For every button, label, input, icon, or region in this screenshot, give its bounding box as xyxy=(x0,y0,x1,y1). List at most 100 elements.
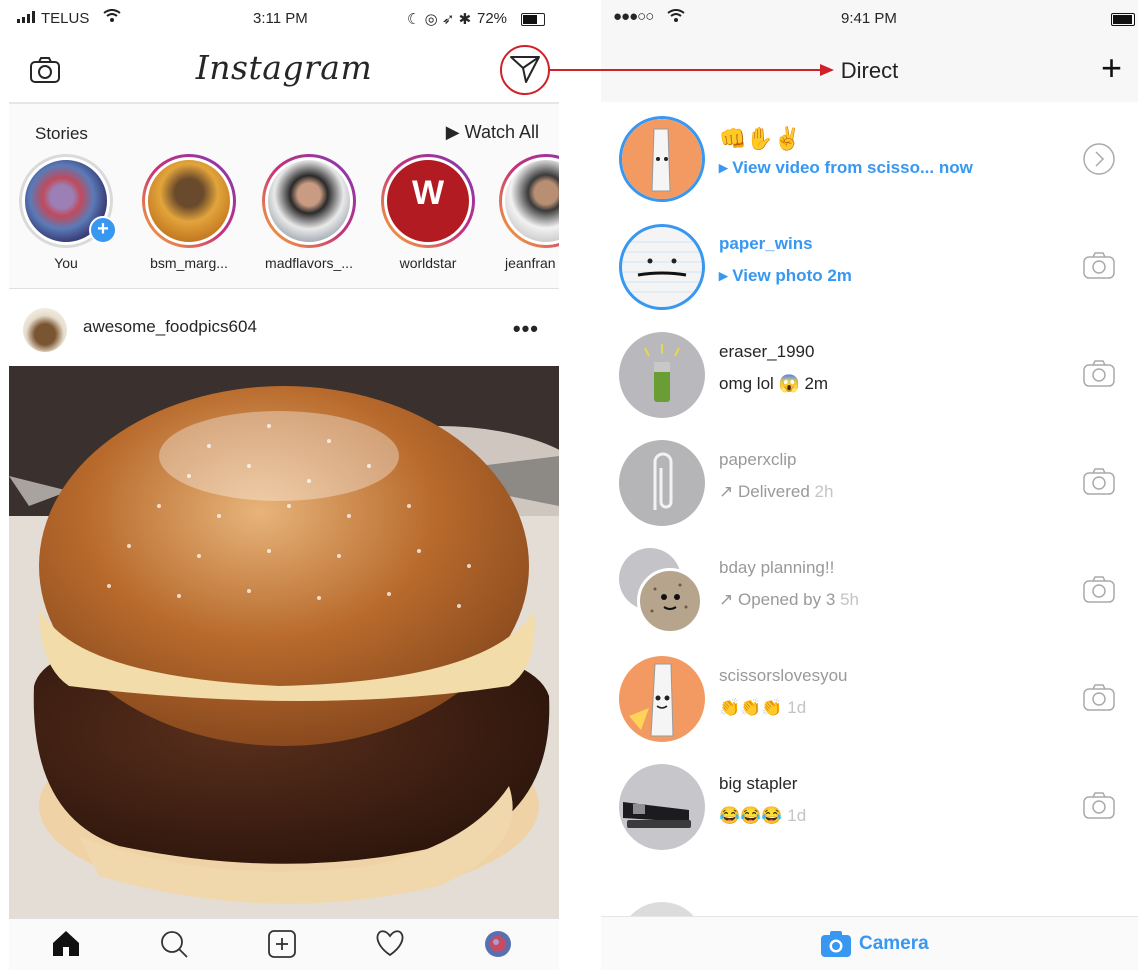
timestamp: 2h xyxy=(814,482,834,501)
wifi-icon xyxy=(103,9,121,27)
instagram-logo: Instagram xyxy=(195,48,373,87)
divider xyxy=(559,0,601,970)
search-icon[interactable] xyxy=(159,929,189,964)
story-worldstar[interactable]: W worldstar xyxy=(373,154,483,271)
story-label: bsm_marg... xyxy=(150,255,228,271)
stories-title: Stories xyxy=(35,124,88,143)
thread-row[interactable]: paperxclip ↗ Delivered 2h xyxy=(601,428,1138,536)
new-post-icon[interactable] xyxy=(267,929,297,964)
preview-text: 👏👏👏 xyxy=(719,698,783,717)
thread-title: paper_wins xyxy=(719,234,813,253)
camera-footer[interactable]: Camera xyxy=(601,916,1138,970)
timestamp: 1d xyxy=(787,806,807,825)
thread-row[interactable]: scissorslovesyou 👏👏👏 1d xyxy=(601,644,1138,752)
thread-row[interactable]: big stapler 😂😂😂 1d xyxy=(601,752,1138,860)
thread-row[interactable]: bday planning!! ↗ Opened by 3 5h xyxy=(601,536,1138,644)
status-bar: TELUS 3:11 PM ☾ ◎ ➶ ✱ 72% xyxy=(9,0,559,40)
story-jeanfran[interactable]: jeanfran xyxy=(491,154,559,271)
story-you[interactable]: + You xyxy=(11,154,121,271)
story-label: jeanfran xyxy=(505,255,556,271)
worldstar-logo-icon: W xyxy=(411,174,445,212)
thread-preview: 👏👏👏 1d xyxy=(719,698,806,718)
timestamp: 2m xyxy=(804,374,829,393)
story-label: madflavors_... xyxy=(265,255,353,271)
camera-icon[interactable] xyxy=(1082,250,1116,285)
preview-text: omg lol 😱 xyxy=(719,374,800,393)
avatar xyxy=(265,157,353,245)
group-avatar xyxy=(619,548,705,634)
status-icons: ☾ ◎ ➶ ✱ xyxy=(407,11,472,28)
avatar xyxy=(145,157,233,245)
thread-title: 👊✋✌ xyxy=(719,126,802,151)
status-bar: ●●●○○ 9:41 PM xyxy=(601,0,1138,40)
preview-text: ↗ Delivered xyxy=(719,482,810,501)
thread-preview: ↗ Opened by 3 5h xyxy=(719,590,859,610)
thread-row[interactable]: 👊✋✌ ▸ View video from scisso... now xyxy=(601,104,1138,212)
story-bsm[interactable]: bsm_marg... xyxy=(134,154,244,271)
home-icon[interactable] xyxy=(51,929,81,962)
direct-message-icon[interactable] xyxy=(509,54,541,89)
preview-text: ↗ Opened by 3 xyxy=(719,590,836,609)
story-label: worldstar xyxy=(399,255,457,271)
more-options-icon[interactable]: ••• xyxy=(513,316,539,342)
stories-tray: Stories ▶ Watch All + You bsm_marg... ma… xyxy=(9,104,559,289)
add-story-icon[interactable]: + xyxy=(89,216,117,244)
post-photo[interactable] xyxy=(9,366,559,918)
thread-preview: 😂😂😂 1d xyxy=(719,806,806,826)
camera-label[interactable]: Camera xyxy=(859,933,929,955)
thread-preview: ↗ Delivered 2h xyxy=(719,482,833,502)
preview-text: 😂😂😂 xyxy=(719,806,783,825)
camera-icon[interactable] xyxy=(1082,682,1116,717)
signal-icon xyxy=(17,10,39,27)
thread-title: bday planning!! xyxy=(719,558,835,577)
direct-inbox-screen: ●●●○○ 9:41 PM Direct + 👊✋✌ ▸ View video … xyxy=(601,0,1138,970)
clock: 9:41 PM xyxy=(841,10,897,27)
new-message-button[interactable]: + xyxy=(1101,50,1122,86)
avatar xyxy=(619,224,705,310)
direct-header: Direct + xyxy=(601,40,1138,102)
camera-icon[interactable] xyxy=(821,931,851,962)
battery-icon xyxy=(521,13,545,26)
thread-preview: omg lol 😱 2m xyxy=(719,374,828,394)
bottom-tab-bar xyxy=(9,918,559,970)
thread-row[interactable]: paper_wins ▸ View photo 2m xyxy=(601,212,1138,320)
thread-row[interactable]: eraser_1990 omg lol 😱 2m xyxy=(601,320,1138,428)
thread-title: big stapler xyxy=(719,774,798,793)
avatar[interactable] xyxy=(23,308,67,352)
feed-header: Instagram xyxy=(9,40,559,104)
avatar xyxy=(619,116,705,202)
timestamp: 5h xyxy=(840,590,859,609)
chevron-right-icon[interactable] xyxy=(1082,142,1116,181)
camera-icon[interactable] xyxy=(1082,574,1116,609)
post-username[interactable]: awesome_foodpics604 xyxy=(83,317,257,337)
thread-preview: ▸ View photo 2m xyxy=(719,266,852,285)
post-header: awesome_foodpics604 ••• xyxy=(9,300,559,360)
battery-icon xyxy=(1111,13,1135,26)
story-madflavors[interactable]: madflavors_... xyxy=(254,154,364,271)
page-title: Direct xyxy=(840,58,899,83)
avatar xyxy=(619,764,705,850)
thread-row-partial[interactable] xyxy=(601,860,1138,916)
avatar xyxy=(619,656,705,742)
avatar xyxy=(619,332,705,418)
instagram-feed-screen: TELUS 3:11 PM ☾ ◎ ➶ ✱ 72% Instagram Stor… xyxy=(9,0,559,970)
camera-icon[interactable] xyxy=(1082,790,1116,825)
avatar: W xyxy=(384,157,472,245)
signal-dots: ●●●○○ xyxy=(613,8,654,25)
camera-icon[interactable] xyxy=(1082,466,1116,501)
clock: 3:11 PM xyxy=(253,10,308,27)
battery-percent: 72% xyxy=(477,10,508,27)
avatar xyxy=(502,157,559,245)
camera-icon[interactable] xyxy=(1082,358,1116,393)
avatar xyxy=(619,440,705,526)
thread-title: eraser_1990 xyxy=(719,342,815,361)
carrier-label: TELUS xyxy=(41,10,90,27)
watch-all-button[interactable]: ▶ Watch All xyxy=(446,122,539,143)
timestamp: 1d xyxy=(787,698,807,717)
thread-title: paperxclip xyxy=(719,450,797,469)
thread-preview: ▸ View video from scisso... now xyxy=(719,158,973,177)
activity-heart-icon[interactable] xyxy=(375,929,405,962)
profile-avatar-icon[interactable] xyxy=(483,929,513,964)
avatar xyxy=(619,902,705,916)
story-label: You xyxy=(54,255,78,271)
